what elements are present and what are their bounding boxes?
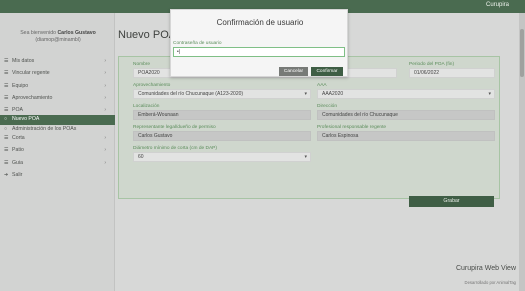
sidebar-item-label: Patio	[12, 147, 24, 154]
aaa-label: AAA	[317, 83, 327, 88]
aprovechamiento-label: Aprovechamiento	[133, 83, 171, 88]
menu-icon: ☰	[4, 70, 9, 77]
localizacion-field: Emberá-Wounaan	[133, 110, 311, 120]
sidebar-item-mis-datos[interactable]: ☰ Mis datos ›	[0, 57, 115, 66]
direccion-field: Comunidades del río Chucunaque	[317, 110, 495, 120]
chevron-icon: ›	[104, 94, 106, 101]
user-handle: (diamop@minambl)	[35, 37, 81, 43]
chevron-icon: ›	[104, 58, 106, 64]
sidebar-item-corta[interactable]: ☰ Corta ›	[0, 134, 115, 143]
confirm-user-dialog: Confirmación de usuario Contraseña de us…	[170, 9, 348, 77]
chevron-icon: ›	[104, 70, 106, 77]
sidebar-item-label: Vincular regente	[12, 70, 50, 77]
sidebar-item-label: Salir	[12, 171, 23, 178]
chevron-icon: ›	[104, 147, 106, 154]
diametro-select[interactable]: 60 ▾	[133, 152, 311, 162]
profesional-field: Carlos Espinosa	[317, 131, 495, 141]
sidebar-item-label: Guia	[12, 159, 23, 166]
sidebar-item-equipo[interactable]: ☰ Equipo ›	[0, 82, 115, 91]
welcome-prefix: Sea bienvenido	[20, 30, 58, 36]
circle-icon: ○	[4, 116, 8, 123]
confirm-button[interactable]: Confirmar	[311, 67, 343, 76]
sidebar-item-label: Equipo	[12, 82, 29, 89]
sidebar-item-administracion-poas[interactable]: ○ Administración de los POAs	[0, 125, 115, 134]
aprovechamiento-select[interactable]: Comunidades del río Chucunaque (A123-202…	[133, 89, 311, 99]
footer-title: Curupira Web View	[455, 265, 516, 272]
sidebar-item-poa[interactable]: ☰ POA ›	[0, 106, 115, 115]
aaa-select[interactable]: AAA2020 ▾	[317, 89, 495, 99]
aprovechamiento-value: Comunidades del río Chucunaque (A123-202…	[138, 91, 244, 97]
sidebar-item-patio[interactable]: ☰ Patio ›	[0, 146, 115, 155]
sidebar-item-vincular-regente[interactable]: ☰ Vincular regente ›	[0, 69, 115, 78]
sidebar-item-label: Nuevo POA	[12, 116, 40, 123]
user-name: Carlos Gustavo	[57, 30, 96, 36]
menu-icon: ☰	[4, 82, 9, 89]
sidebar-menu: ☰ Mis datos › ☰ Vincular regente › ☰ Equ…	[0, 57, 115, 180]
chevron-icon: ›	[104, 82, 106, 89]
chevron-icon: ›	[104, 159, 106, 166]
representante-field: Carlos Gustavo	[133, 131, 311, 141]
exit-icon: ➜	[4, 171, 9, 178]
menu-icon: ☰	[4, 159, 9, 166]
sidebar-item-label: Corta	[12, 135, 25, 142]
sidebar-item-label: Mis datos	[12, 58, 35, 64]
dropdown-arrow-icon: ▾	[304, 91, 307, 97]
grabar-button[interactable]: Grabar	[409, 196, 494, 207]
sidebar-item-label: Administración de los POAs	[12, 125, 77, 132]
circle-icon: ○	[4, 125, 8, 132]
localizacion-label: Localización	[133, 104, 160, 109]
app-screen: Curupira Sea bienvenido Carlos Gustavo (…	[0, 0, 525, 291]
aaa-value: AAA2020	[322, 91, 344, 97]
direccion-label: Dirección	[317, 104, 337, 109]
profesional-label: Profesional responsable regente	[317, 125, 387, 130]
menu-icon: ☰	[4, 58, 9, 64]
representante-label: Representante legal/dueño de permiso	[133, 125, 216, 130]
poa-form: Nombre POA2020 Área (ha) Periodo del POA…	[118, 56, 500, 199]
dropdown-arrow-icon: ▾	[304, 154, 307, 160]
periodo-input[interactable]: 01/06/2022	[409, 68, 495, 78]
cancel-button[interactable]: Cancelar	[279, 67, 308, 76]
password-input[interactable]: •|	[173, 47, 345, 57]
scrollbar-thumb[interactable]	[520, 29, 524, 77]
chevron-icon: ›	[104, 135, 106, 142]
sidebar: Sea bienvenido Carlos Gustavo (diamop@mi…	[0, 13, 115, 291]
menu-icon: ☰	[4, 147, 9, 154]
page-title: Nuevo POA	[118, 29, 177, 41]
sidebar-item-label: POA	[12, 107, 23, 114]
menu-icon: ☰	[4, 135, 9, 142]
periodo-label: Periodo del POA (fin)	[409, 62, 455, 67]
diametro-value: 60	[138, 154, 144, 160]
sidebar-item-nuevo-poa[interactable]: ○ Nuevo POA	[0, 115, 115, 125]
welcome-text: Sea bienvenido Carlos Gustavo (diamop@mi…	[6, 30, 110, 44]
sidebar-item-label: Aprovechamiento	[12, 94, 53, 101]
diametro-label: Diámetro mínimo de corta (cm de DAP)	[133, 146, 217, 151]
sidebar-item-guia[interactable]: ☰ Guia ›	[0, 159, 115, 168]
dialog-title: Confirmación de usuario	[216, 18, 304, 27]
menu-icon: ☰	[4, 107, 9, 114]
nombre-label: Nombre	[133, 62, 151, 67]
sidebar-item-aprovechamiento[interactable]: ☰ Aprovechamiento ›	[0, 94, 115, 103]
brand-label: Curupira	[485, 2, 509, 8]
chevron-icon: ›	[104, 107, 106, 114]
menu-icon: ☰	[4, 94, 9, 101]
footer-subtitle: Desarrollado por AnimalTag	[464, 280, 516, 285]
scrollbar[interactable]	[519, 13, 525, 291]
password-label: Contraseña de usuario	[173, 41, 222, 46]
dropdown-arrow-icon: ▾	[488, 91, 491, 97]
sidebar-item-salir[interactable]: ➜ Salir	[0, 171, 115, 180]
